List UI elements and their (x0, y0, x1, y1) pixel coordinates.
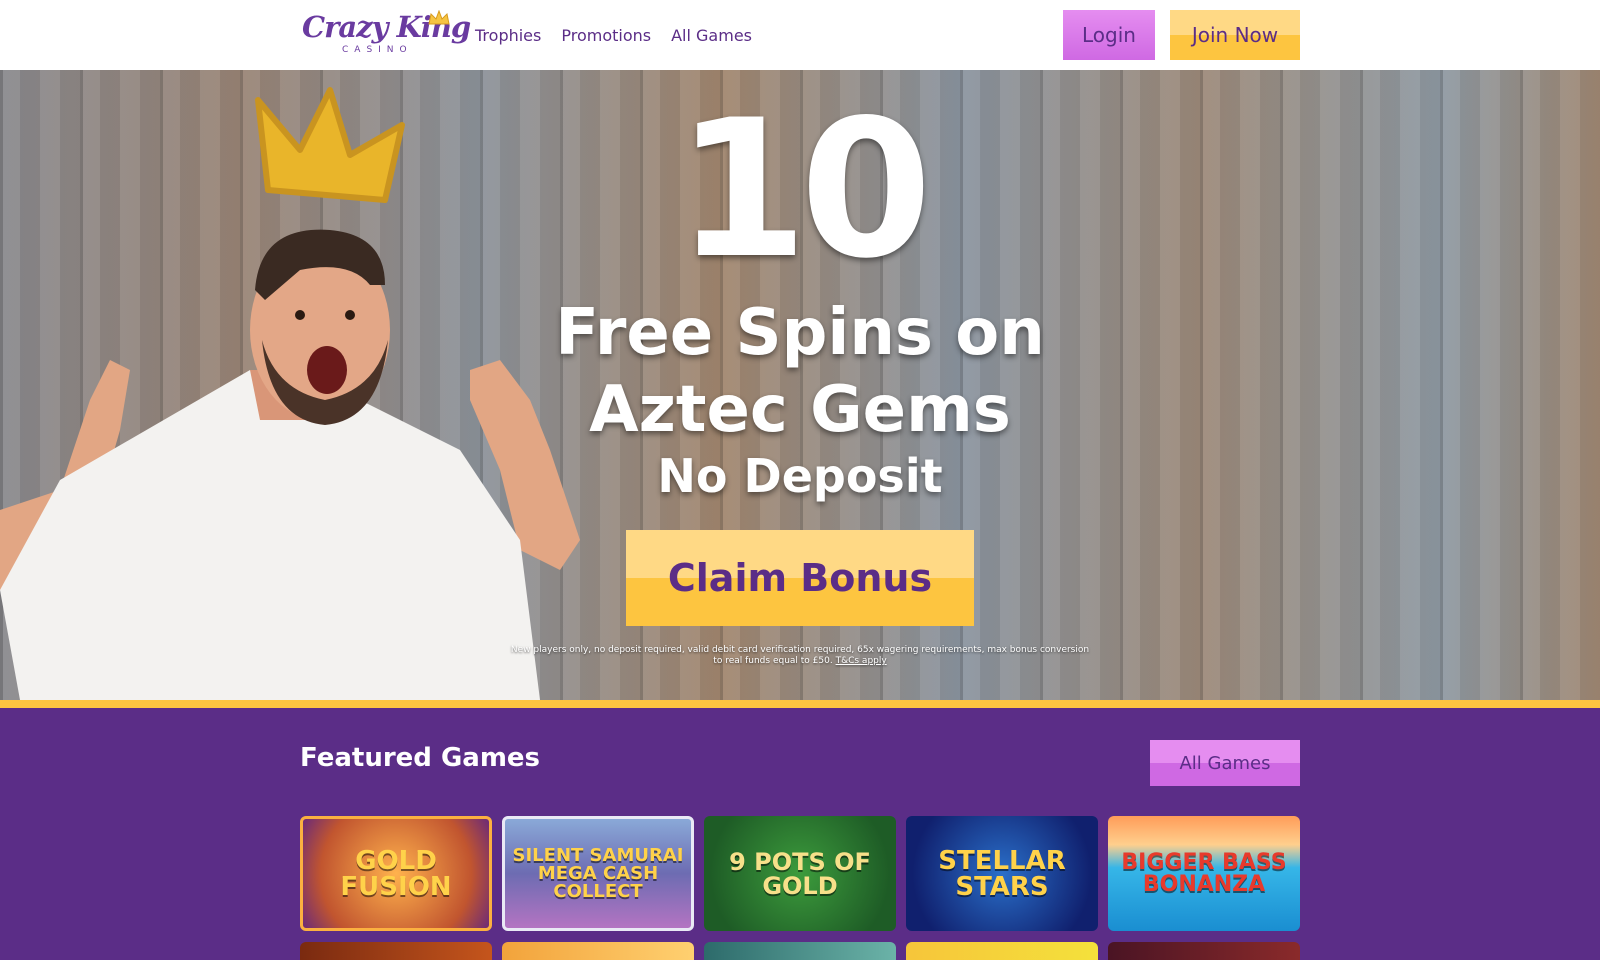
free-spins-count: 10 (675, 79, 932, 300)
nav-all-games[interactable]: All Games (671, 26, 752, 45)
game-tile-partial[interactable] (704, 942, 896, 960)
headline-line-3: No Deposit (657, 449, 943, 503)
game-tile-partial[interactable] (906, 942, 1098, 960)
game-title: STELLAR STARS (938, 845, 1066, 902)
terms-link[interactable]: T&Cs apply (836, 656, 887, 666)
headline-line-2: Aztec Gems (589, 373, 1011, 447)
main-nav: Trophies Promotions All Games (475, 0, 752, 70)
logo-subtext: CASINO (342, 45, 413, 55)
hero-divider (0, 700, 1600, 708)
gold-crown-icon (255, 87, 405, 203)
game-title: BIGGER BASS BONANZA (1121, 849, 1287, 897)
login-button[interactable]: Login (1063, 10, 1155, 60)
nav-promotions[interactable]: Promotions (561, 26, 651, 45)
crazy-king-logo[interactable]: Crazy King CASINO (300, 10, 471, 60)
game-tile-silent-samurai[interactable]: SILENT SAMURAI MEGA CASH COLLECT (502, 816, 694, 931)
nav-trophies[interactable]: Trophies (475, 26, 541, 45)
game-tile-partial[interactable] (1108, 942, 1300, 960)
game-title: GOLD FUSION (340, 845, 452, 902)
terms-disclaimer: New players only, no deposit required, v… (505, 645, 1095, 667)
headline-line-1: Free Spins on (555, 296, 1045, 370)
terms-text: New players only, no deposit required, v… (510, 645, 1090, 666)
game-tile-partial[interactable] (502, 942, 694, 960)
game-tile-gold-fusion[interactable]: GOLD FUSION (300, 816, 492, 931)
crown-icon (428, 10, 450, 25)
featured-games-title: Featured Games (300, 743, 541, 773)
hero-banner: 10 Free Spins on Aztec Gems No Deposit C… (0, 70, 1600, 700)
game-title: 9 POTS OF GOLD (729, 847, 871, 900)
game-tile-partial[interactable] (300, 942, 492, 960)
site-header: Crazy King CASINO Trophies Promotions Al… (0, 0, 1600, 70)
game-title: SILENT SAMURAI MEGA CASH COLLECT (512, 844, 684, 902)
claim-bonus-button[interactable]: Claim Bonus (626, 530, 974, 626)
header-inner: Crazy King CASINO Trophies Promotions Al… (300, 0, 1300, 70)
game-tile-bigger-bass-bonanza[interactable]: BIGGER BASS BONANZA (1108, 816, 1300, 931)
game-tile-stellar-stars[interactable]: STELLAR STARS (906, 816, 1098, 931)
all-games-button[interactable]: All Games (1150, 740, 1300, 786)
join-now-button[interactable]: Join Now (1170, 10, 1300, 60)
game-tile-9-pots-of-gold[interactable]: 9 POTS OF GOLD (704, 816, 896, 931)
